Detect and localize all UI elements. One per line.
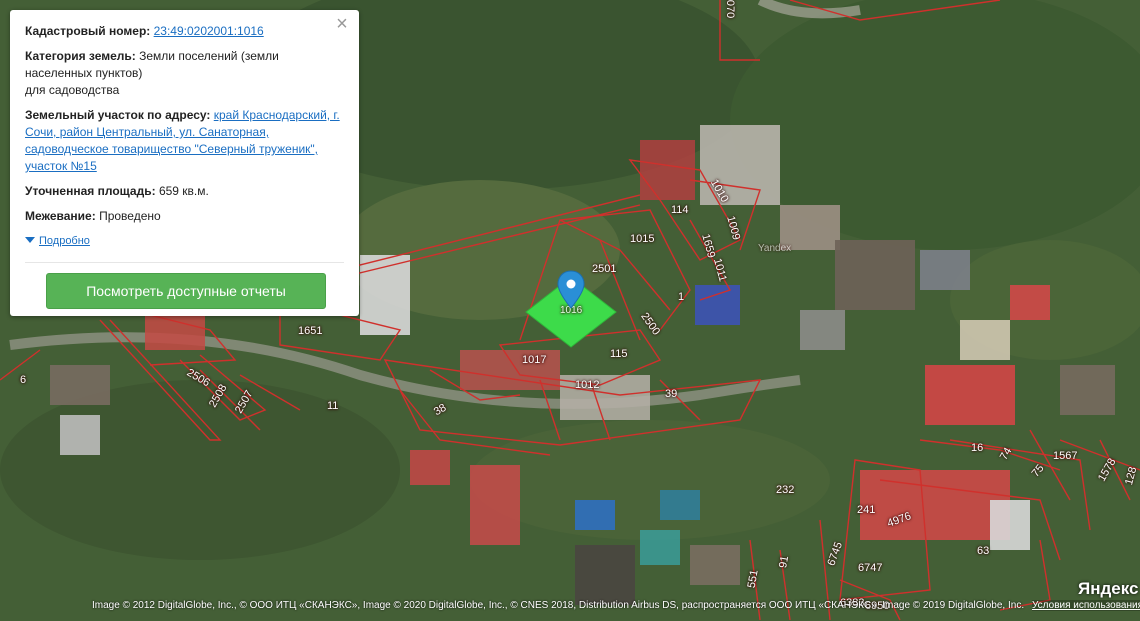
parcel-label: 1651	[298, 325, 323, 337]
parcel-label: 16	[971, 442, 984, 454]
cadastral-number-link[interactable]: 23:49:0202001:1016	[154, 24, 264, 38]
triangle-down-icon	[25, 237, 35, 243]
category-row: Категория земель: Земли поселений (земли…	[25, 48, 341, 99]
cadastral-label: Кадастровый номер:	[25, 24, 151, 38]
cadastral-row: Кадастровый номер: 23:49:0202001:1016	[25, 23, 341, 40]
survey-label: Межевание:	[25, 209, 96, 223]
address-row: Земельный участок по адресу: край Красно…	[25, 107, 341, 175]
survey-row: Межевание: Проведено	[25, 208, 341, 225]
survey-value: Проведено	[99, 209, 161, 223]
area-row: Уточненная площадь: 659 кв.м.	[25, 183, 341, 200]
area-value: 659 кв.м.	[158, 184, 209, 198]
parcel-label: 1070	[724, 0, 737, 19]
category-label: Категория земель:	[25, 49, 136, 63]
address-link[interactable]: Сочи, район Центральный, ул. Санаторная,	[25, 125, 269, 139]
yandex-watermark: Yandex	[758, 243, 792, 254]
area-label: Уточненная площадь:	[25, 184, 156, 198]
parcel-label: 1015	[630, 233, 655, 245]
address-link[interactable]: край Краснодарский, г.	[214, 108, 340, 122]
parcel-label: 6747	[858, 562, 883, 574]
yandex-logo[interactable]: Яндекс	[1078, 579, 1138, 599]
parcel-label: 1012	[575, 379, 600, 391]
parcel-label: 1	[678, 291, 685, 303]
parcel-label: 63	[977, 545, 990, 557]
parcel-label: 6	[20, 374, 27, 386]
parcel-label: 1017	[522, 354, 547, 366]
more-details-label: Подробно	[39, 235, 90, 247]
parcel-label: 91	[777, 554, 792, 570]
parcel-label: 241	[857, 504, 876, 516]
parcel-label: 11	[327, 400, 339, 412]
parcel-info-popup: × Кадастровый номер: 23:49:0202001:1016 …	[10, 10, 359, 316]
terms-of-use-link[interactable]: Условия использования	[1032, 600, 1140, 611]
parcel-label: 232	[776, 484, 795, 496]
more-details-link[interactable]: Подробно	[25, 235, 90, 247]
parcel-label: 2501	[592, 263, 617, 275]
divider	[25, 262, 344, 263]
map-attribution: Image © 2012 DigitalGlobe, Inc., © ООО И…	[92, 600, 1025, 611]
parcel-label: 115	[610, 348, 628, 360]
view-reports-button[interactable]: Посмотреть доступные отчеты	[46, 273, 326, 309]
address-link[interactable]: участок №15	[25, 159, 97, 173]
category-value: для садоводства	[25, 83, 120, 97]
parcel-label: 1567	[1053, 450, 1078, 462]
category-value: населенных пунктов)	[25, 66, 143, 80]
location-pin-icon[interactable]	[557, 270, 585, 310]
parcel-label: 39	[665, 388, 678, 400]
category-value: Земли поселений (земли	[139, 49, 279, 63]
parcel-label: 114	[671, 204, 689, 216]
address-label: Земельный участок по адресу:	[25, 108, 211, 122]
address-link[interactable]: садоводческое товарищество "Северный тру…	[25, 142, 318, 156]
